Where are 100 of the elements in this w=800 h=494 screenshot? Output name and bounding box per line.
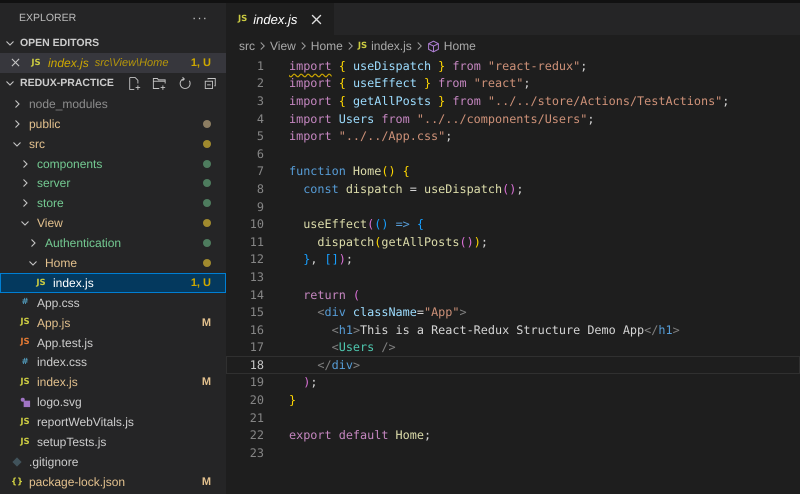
file-item[interactable]: JS App.js M <box>0 312 226 333</box>
file-item[interactable]: # index.css <box>0 352 226 372</box>
code-line: ); <box>302 375 318 390</box>
file-type-icon: JS <box>20 378 30 387</box>
file-type-icon: # <box>21 298 29 307</box>
more-actions-button[interactable]: ··· <box>192 10 208 25</box>
line-number: 6 <box>256 146 264 161</box>
file-item[interactable]: JS index.js M <box>0 372 226 392</box>
folder-item[interactable]: Home <box>0 253 226 273</box>
file-type-icon: JS <box>238 14 248 24</box>
code-line: return ( <box>302 288 360 302</box>
code-line: <div className="App"> <box>316 305 467 320</box>
breadcrumb-item[interactable]: index.js <box>371 39 412 53</box>
image-file-icon <box>20 396 30 408</box>
breadcrumb-item[interactable]: View <box>270 39 296 53</box>
file-name: node_modules <box>29 96 108 111</box>
git-status-letter: M <box>202 316 211 329</box>
line-number: 18 <box>248 358 264 372</box>
open-editor-item[interactable]: JS index.js src\View\Home 1, U <box>0 53 226 73</box>
file-name: index.js <box>37 375 78 390</box>
close-icon[interactable] <box>311 14 322 24</box>
line-number: 8 <box>256 182 264 196</box>
folder-item[interactable]: server <box>0 173 226 194</box>
file-item[interactable]: JS reportWebVitals.js <box>0 412 226 432</box>
line-number: 3 <box>256 94 264 108</box>
chevron-icon <box>300 41 307 51</box>
file-name: setupTests.js <box>37 434 106 449</box>
file-name: App.js <box>37 316 70 330</box>
chevron-icon <box>416 41 423 51</box>
file-name: public <box>29 116 60 131</box>
git-status-letter: M <box>202 376 211 388</box>
line-number: 7 <box>256 164 264 178</box>
code-line: export default Home; <box>289 428 432 442</box>
file-name: Authentication <box>45 236 122 250</box>
file-item[interactable]: logo.svg <box>0 392 226 412</box>
file-item[interactable]: {} package-lock.json M <box>0 472 226 492</box>
file-name: App.css <box>37 296 80 310</box>
section-header[interactable]: OPEN EDITORS <box>0 32 226 53</box>
file-type-icon: # <box>21 358 29 367</box>
line-number: 23 <box>248 446 264 460</box>
line-number: 15 <box>248 305 264 320</box>
chevron-icon <box>259 41 266 51</box>
file-name: index.js <box>53 276 94 290</box>
folder-item[interactable]: public <box>0 114 226 134</box>
file-name: View <box>37 216 63 230</box>
breadcrumb-item[interactable]: src <box>239 39 255 53</box>
file-type-icon: JS <box>358 42 368 50</box>
code-line: import Users from "../../components/Users"; <box>289 112 594 126</box>
git-status-letter: 1, U <box>190 56 211 69</box>
breadcrumb-item[interactable]: Home <box>310 39 343 53</box>
folder-item[interactable]: node_modules <box>0 94 226 114</box>
line-number: 14 <box>248 288 264 302</box>
code-line: import "../../App.css"; <box>289 129 452 144</box>
line-number: 2 <box>256 76 264 90</box>
file-item[interactable]: .gitignore <box>0 452 226 472</box>
file-name: package-lock.json <box>29 474 126 489</box>
file-name: src <box>29 136 45 151</box>
tab-label: index.js <box>253 12 298 26</box>
line-number: 11 <box>248 234 264 249</box>
file-name: store <box>37 196 64 210</box>
file-item[interactable]: # App.css <box>0 292 226 313</box>
folder-item[interactable]: Authentication <box>0 233 226 254</box>
folder-item[interactable]: components <box>0 154 226 174</box>
file-type-icon: JS <box>20 318 30 327</box>
git-status-letter: 1, U <box>190 276 211 289</box>
file-name: index.css <box>37 355 88 370</box>
line-number: 17 <box>248 340 264 354</box>
code-line: useEffect(() => { <box>302 217 424 232</box>
folder-item[interactable]: View <box>0 213 226 234</box>
diamond-icon <box>12 456 22 467</box>
editor-tab[interactable]: JS index.js <box>226 3 334 35</box>
line-number: 4 <box>256 112 264 126</box>
line-number: 12 <box>248 252 264 266</box>
code-line: } <box>289 393 296 408</box>
line-number: 16 <box>248 322 264 337</box>
code-line: </div> <box>316 358 360 372</box>
new-file-icon[interactable] <box>126 76 142 91</box>
file-name: logo.svg <box>37 395 82 410</box>
new-folder-icon[interactable] <box>152 76 167 91</box>
code-line: import { getAllPosts } from "../../store/Actions/TestActions"; <box>289 94 730 108</box>
collapse-all-icon[interactable] <box>203 76 218 91</box>
folder-item[interactable]: src <box>0 134 226 154</box>
code-line: import { useDispatch } from "react-redux"; <box>289 58 588 73</box>
line-number: 22 <box>248 428 264 442</box>
file-type-icon: JS <box>20 438 30 446</box>
refresh-icon[interactable] <box>178 76 192 91</box>
code-line: <h1>This is a React-Redux Structure Demo App</h1> <box>330 322 680 337</box>
sidebar-title: EXPLORER <box>19 12 76 24</box>
folder-item[interactable]: store <box>0 193 226 214</box>
line-number: 9 <box>256 200 264 214</box>
file-item[interactable]: JS App.test.js <box>0 332 226 352</box>
code-line: function Home() { <box>289 164 410 178</box>
line-number: 10 <box>248 217 264 232</box>
file-item[interactable]: JS setupTests.js <box>0 432 226 452</box>
file-item[interactable]: JS index.js 1, U <box>0 272 226 293</box>
close-icon[interactable] <box>11 58 20 68</box>
line-number: 20 <box>248 393 264 408</box>
line-number: 13 <box>248 270 264 284</box>
section-header[interactable]: REDUX-PRACTICE <box>0 72 226 94</box>
breadcrumb-item[interactable]: Home <box>444 39 476 53</box>
